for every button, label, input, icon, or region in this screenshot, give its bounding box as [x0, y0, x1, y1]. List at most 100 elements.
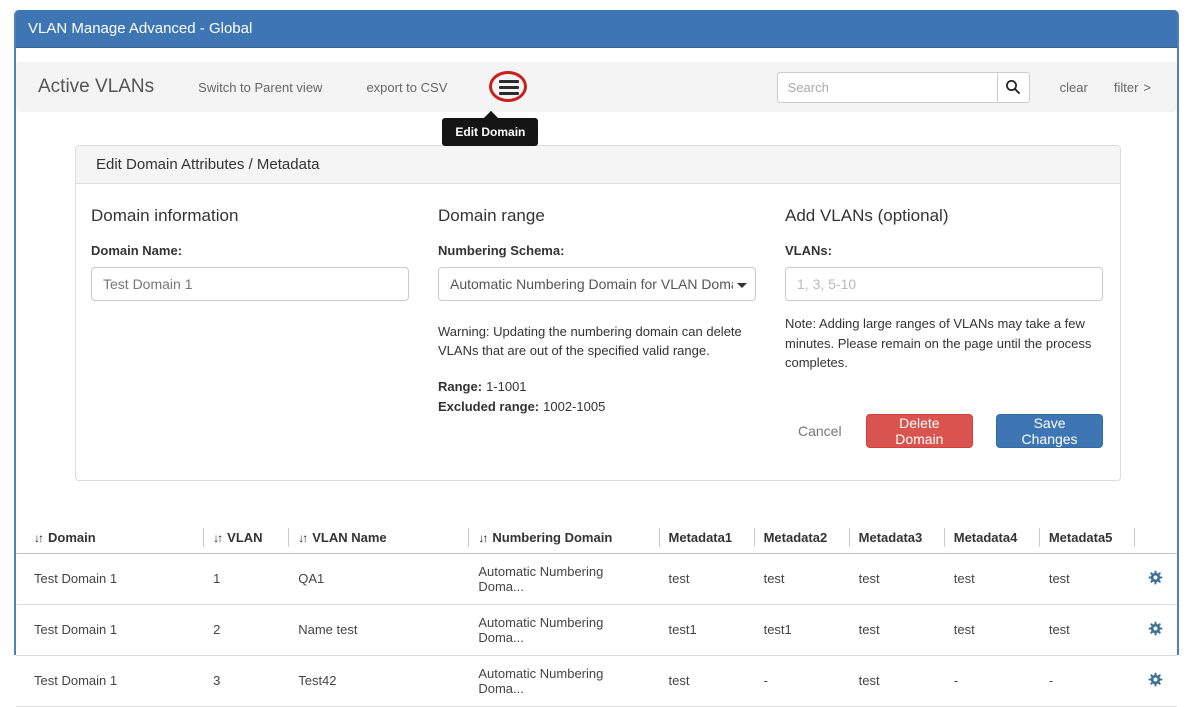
vlans-field[interactable] — [785, 267, 1103, 301]
domain-information-heading: Domain information — [91, 206, 409, 226]
chevron-right-icon: > — [1143, 80, 1151, 95]
page-container: VLAN Manage Advanced - Global Active VLA… — [14, 10, 1179, 655]
domain-information-column: Domain information Domain Name: — [91, 200, 409, 448]
panel-title: Edit Domain Attributes / Metadata — [96, 156, 319, 173]
app-header-bar: VLAN Manage Advanced - Global — [16, 10, 1177, 48]
clear-link[interactable]: clear — [1060, 80, 1088, 95]
domain-range-heading: Domain range — [438, 206, 756, 226]
cell-metadata5: test — [1039, 553, 1134, 604]
column-header-metadata2: Metadata2 — [754, 522, 849, 554]
cell-vlan-name: Test42 — [288, 655, 468, 706]
tooltip-label: Edit Domain — [455, 125, 525, 139]
sort-icon: ↓↑ — [34, 531, 42, 545]
cell-domain: Test Domain 1 — [16, 553, 203, 604]
cell-vlan: 2 — [203, 604, 288, 655]
table-row: Test Domain 13Test42Automatic Numbering … — [16, 655, 1177, 706]
table-row: Test Domain 11QA1Automatic Numbering Dom… — [16, 553, 1177, 604]
edit-domain-tooltip: Edit Domain — [442, 118, 538, 146]
cell-metadata1: test — [659, 655, 754, 706]
page-title: VLAN Manage Advanced - Global — [28, 20, 252, 37]
edit-domain-panel: Edit Domain Attributes / Metadata Domain… — [75, 145, 1121, 481]
column-header-metadata1: Metadata1 — [659, 522, 754, 554]
row-actions-cell — [1134, 553, 1177, 604]
column-header-vlan-name[interactable]: ↓↑VLAN Name — [288, 522, 468, 554]
search-button[interactable] — [997, 72, 1030, 103]
row-actions-cell — [1134, 655, 1177, 706]
row-actions-cell — [1134, 604, 1177, 655]
column-header-actions — [1134, 522, 1177, 554]
gear-icon[interactable] — [1148, 672, 1163, 687]
excluded-range-label: Excluded range: — [438, 399, 539, 414]
cell-numbering-domain: Automatic Numbering Doma... — [468, 655, 658, 706]
switch-parent-view-link[interactable]: Switch to Parent view — [198, 80, 322, 95]
column-header-domain[interactable]: ↓↑Domain — [16, 522, 203, 554]
section-title: Active VLANs — [38, 76, 154, 98]
save-changes-button[interactable]: Save Changes — [996, 414, 1103, 448]
filter-link[interactable]: filter> — [1114, 80, 1151, 95]
numbering-schema-selected-value: Automatic Numbering Domain for VLAN Doma — [450, 276, 733, 292]
cell-domain: Test Domain 1 — [16, 655, 203, 706]
excluded-range-value: 1002-1005 — [543, 399, 605, 414]
cell-metadata2: - — [754, 655, 849, 706]
range-label: Range: — [438, 379, 482, 394]
column-header-metadata4: Metadata4 — [944, 522, 1039, 554]
hamburger-icon — [499, 80, 519, 95]
toolbar: Active VLANs Switch to Parent view expor… — [16, 62, 1177, 112]
cell-metadata5: test — [1039, 604, 1134, 655]
domain-name-field[interactable] — [91, 267, 409, 301]
gear-icon[interactable] — [1148, 570, 1163, 585]
column-header-numbering-domain[interactable]: ↓↑Numbering Domain — [468, 522, 658, 554]
search-icon — [1005, 79, 1021, 95]
cell-metadata4: test — [944, 604, 1039, 655]
cell-vlan: 1 — [203, 553, 288, 604]
panel-body: Domain information Domain Name: Domain r… — [76, 184, 1120, 480]
sort-icon: ↓↑ — [213, 531, 221, 545]
column-header-metadata3: Metadata3 — [849, 522, 944, 554]
cancel-button[interactable]: Cancel — [798, 423, 842, 439]
cell-vlan: 3 — [203, 655, 288, 706]
panel-actions: Cancel Delete Domain Save Changes — [785, 414, 1103, 448]
cell-vlan-name: QA1 — [288, 553, 468, 604]
cell-vlan-name: Name test — [288, 604, 468, 655]
domain-range-column: Domain range Numbering Schema: Automatic… — [438, 200, 756, 448]
export-csv-link[interactable]: export to CSV — [366, 80, 447, 95]
cell-metadata5: - — [1039, 655, 1134, 706]
range-info: Range: 1-1001 Excluded range: 1002-1005 — [438, 379, 756, 414]
cell-metadata3: test — [849, 604, 944, 655]
sort-icon: ↓↑ — [298, 531, 306, 545]
vlan-table: ↓↑Domain ↓↑VLAN ↓↑VLAN Name ↓↑Numbering … — [16, 522, 1177, 707]
delete-domain-button[interactable]: Delete Domain — [866, 414, 974, 448]
cell-metadata1: test1 — [659, 604, 754, 655]
vlans-note-text: Note: Adding large ranges of VLANs may t… — [785, 314, 1103, 373]
cell-metadata4: test — [944, 553, 1039, 604]
gear-icon[interactable] — [1148, 621, 1163, 636]
cell-metadata1: test — [659, 553, 754, 604]
column-header-vlan[interactable]: ↓↑VLAN — [203, 522, 288, 554]
chevron-down-icon — [737, 283, 747, 288]
panel-header: Edit Domain Attributes / Metadata — [76, 146, 1120, 184]
table-row: Test Domain 12Name testAutomatic Numberi… — [16, 604, 1177, 655]
column-header-metadata5: Metadata5 — [1039, 522, 1134, 554]
cell-domain: Test Domain 1 — [16, 604, 203, 655]
cell-metadata3: test — [849, 553, 944, 604]
table-body: Test Domain 11QA1Automatic Numbering Dom… — [16, 553, 1177, 706]
cell-metadata3: test — [849, 655, 944, 706]
range-value: 1-1001 — [486, 379, 526, 394]
sort-icon: ↓↑ — [478, 531, 486, 545]
table-header-row: ↓↑Domain ↓↑VLAN ↓↑VLAN Name ↓↑Numbering … — [16, 522, 1177, 554]
vlans-label: VLANs: — [785, 243, 1103, 258]
numbering-warning-text: Warning: Updating the numbering domain c… — [438, 323, 756, 361]
cell-metadata4: - — [944, 655, 1039, 706]
cell-metadata2: test — [754, 553, 849, 604]
cell-numbering-domain: Automatic Numbering Doma... — [468, 604, 658, 655]
add-vlans-heading: Add VLANs (optional) — [785, 206, 1103, 226]
edit-domain-menu-button[interactable]: Edit Domain — [491, 72, 527, 102]
cell-metadata2: test1 — [754, 604, 849, 655]
cell-numbering-domain: Automatic Numbering Doma... — [468, 553, 658, 604]
domain-name-label: Domain Name: — [91, 243, 409, 258]
search-group — [777, 72, 1030, 103]
add-vlans-column: Add VLANs (optional) VLANs: Note: Adding… — [785, 200, 1103, 448]
search-input[interactable] — [777, 72, 997, 103]
numbering-schema-label: Numbering Schema: — [438, 243, 756, 258]
numbering-schema-select[interactable]: Automatic Numbering Domain for VLAN Doma — [438, 267, 756, 301]
